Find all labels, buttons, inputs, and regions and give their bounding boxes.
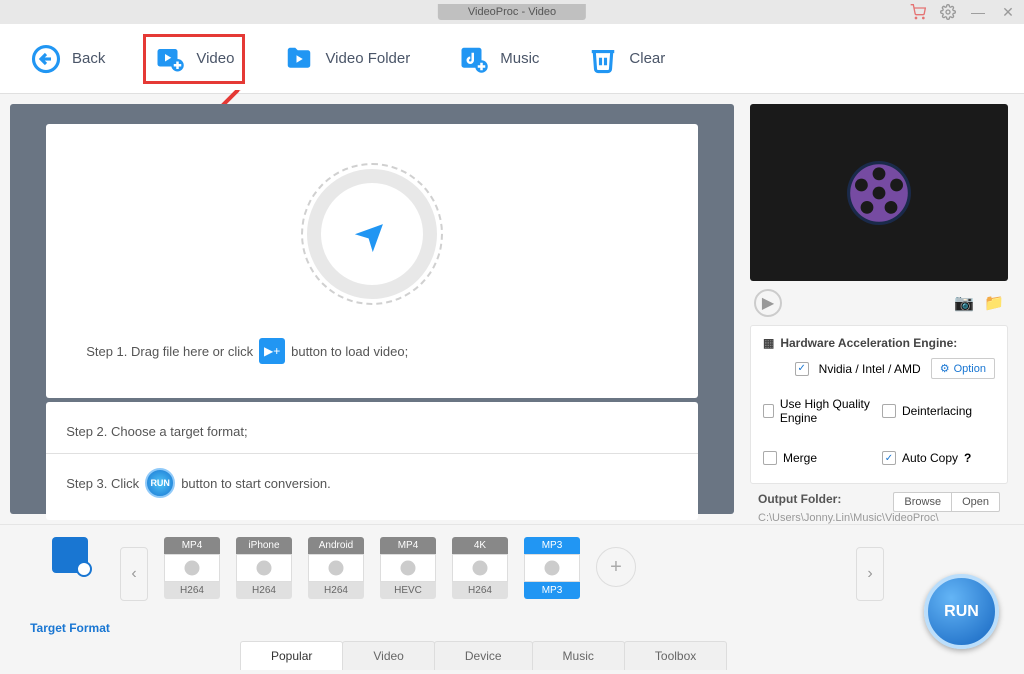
cart-icon[interactable]: [910, 4, 926, 20]
drop-area[interactable]: ➤ Step 1. Drag file here or click ▶+ but…: [10, 104, 734, 514]
output-path: C:\Users\Jonny.Lin\Music\VideoProc\: [758, 510, 1000, 524]
formats-prev[interactable]: ‹: [120, 547, 148, 601]
run-mini-icon: RUN: [145, 468, 175, 498]
add-format-button[interactable]: +: [596, 547, 636, 587]
format-mp3-mp3[interactable]: MP3MP3: [524, 537, 580, 599]
open-folder-icon[interactable]: 📁: [984, 293, 1004, 313]
reel-icon: [839, 153, 919, 233]
format-mp4-hevc[interactable]: MP4HEVC: [380, 537, 436, 599]
help-icon[interactable]: ?: [964, 451, 971, 465]
chip-icon: ▦: [763, 336, 774, 350]
step-1: Step 1. Drag file here or click ▶+ butto…: [66, 324, 678, 378]
step-3: Step 3. Click RUN button to start conver…: [46, 454, 698, 512]
output-label: Output Folder:: [758, 492, 841, 506]
tab-music[interactable]: Music: [532, 641, 625, 670]
tab-device[interactable]: Device: [434, 641, 533, 670]
tab-popular[interactable]: Popular: [240, 641, 343, 670]
browse-button[interactable]: Browse: [893, 492, 951, 512]
format-bar: Target Format ‹ MP4H264 iPhoneH264 Android…: [0, 524, 1024, 674]
play-button[interactable]: ▶: [754, 289, 782, 317]
format-iphone-h264[interactable]: iPhoneH264: [236, 537, 292, 599]
video-icon: [154, 43, 186, 75]
deint-checkbox[interactable]: [882, 404, 896, 418]
hq-checkbox[interactable]: [763, 404, 774, 418]
tab-video[interactable]: Video: [342, 641, 434, 670]
accel-checkbox[interactable]: [795, 362, 809, 376]
window-title: VideoProc - Video: [438, 4, 586, 20]
format-tabs: PopularVideoDeviceMusicToolbox: [240, 641, 726, 670]
trash-icon: [587, 43, 619, 75]
hardware-panel: ▦Hardware Acceleration Engine: Nvidia / …: [750, 325, 1008, 484]
add-folder-button[interactable]: Video Folder: [273, 35, 420, 83]
drop-target-icon: ➤: [307, 169, 437, 299]
merge-checkbox[interactable]: [763, 451, 777, 465]
add-video-button[interactable]: Video: [143, 34, 245, 84]
snapshot-icon[interactable]: 📷: [954, 293, 974, 313]
step-2: Step 2. Choose a target format;: [46, 410, 698, 453]
format-mp4-h264[interactable]: MP4H264: [164, 537, 220, 599]
add-music-button[interactable]: Music: [448, 35, 549, 83]
back-icon: [30, 43, 62, 75]
video-mini-icon: ▶+: [259, 338, 285, 364]
close-icon[interactable]: ✕: [1000, 4, 1016, 20]
folder-icon: [283, 43, 315, 75]
formats-next[interactable]: ›: [856, 547, 884, 601]
format-4k-h264[interactable]: 4KH264: [452, 537, 508, 599]
tab-toolbox[interactable]: Toolbox: [624, 641, 727, 670]
back-button[interactable]: Back: [20, 35, 115, 83]
open-button[interactable]: Open: [951, 492, 1000, 512]
run-button[interactable]: RUN: [924, 574, 999, 649]
target-format-label: Target Format: [20, 621, 120, 635]
clear-button[interactable]: Clear: [577, 35, 675, 83]
title-bar: VideoProc - Video — ✕: [0, 0, 1024, 24]
settings-icon[interactable]: [940, 4, 956, 20]
option-button[interactable]: ⚙Option: [931, 358, 995, 379]
toolbar: Back Video Video Folder Music Clear: [0, 24, 1024, 94]
music-icon: [458, 43, 490, 75]
preview-panel: [750, 104, 1008, 281]
format-android-h264[interactable]: AndroidH264: [308, 537, 364, 599]
gear-icon: ⚙: [940, 362, 950, 375]
target-format-icon: [52, 537, 88, 573]
minimize-icon[interactable]: —: [970, 4, 986, 20]
autocopy-checkbox[interactable]: [882, 451, 896, 465]
